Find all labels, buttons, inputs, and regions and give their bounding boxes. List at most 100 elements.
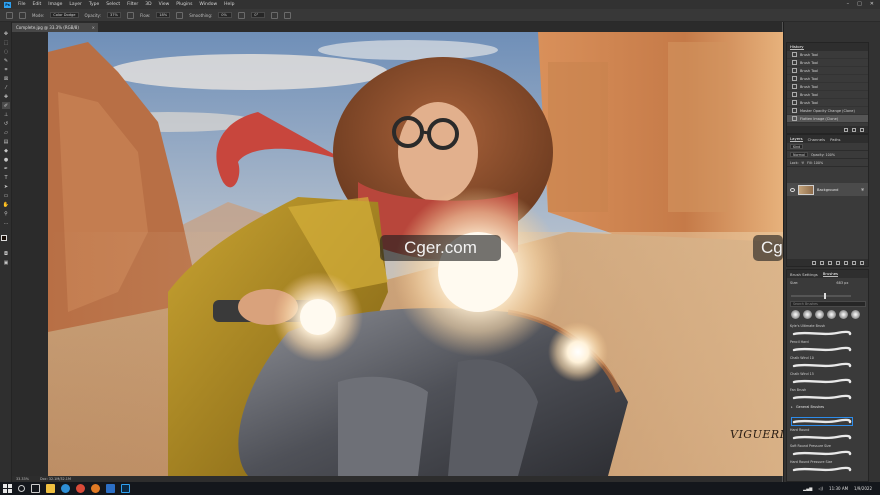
- dodge-tool-icon[interactable]: ●: [2, 156, 10, 163]
- menu-type[interactable]: Type: [89, 2, 99, 7]
- foreground-color-swatch[interactable]: [1, 235, 7, 241]
- new-layer-icon[interactable]: [852, 260, 856, 265]
- airbrush-icon[interactable]: [176, 11, 184, 19]
- minimize-icon[interactable]: –: [847, 1, 850, 7]
- size-slider[interactable]: [791, 295, 851, 297]
- link-icon[interactable]: [812, 260, 816, 265]
- menu-3d[interactable]: 3D: [145, 2, 151, 7]
- new-document-icon[interactable]: [844, 127, 848, 132]
- mask-icon[interactable]: [828, 260, 832, 265]
- gradient-tool-icon[interactable]: ▤: [2, 138, 10, 145]
- trash-icon[interactable]: [860, 127, 864, 132]
- eyedropper-tool-icon[interactable]: ⁄: [2, 84, 10, 91]
- tab-paths[interactable]: Paths: [830, 137, 840, 142]
- photoshop-taskbar-icon[interactable]: [121, 484, 130, 493]
- pen-tool-icon[interactable]: ✒: [2, 165, 10, 172]
- fx-icon[interactable]: [820, 260, 824, 265]
- menu-help[interactable]: Help: [224, 2, 234, 7]
- layer-name[interactable]: Background: [817, 188, 838, 192]
- history-item[interactable]: Brush Tool: [787, 75, 868, 83]
- brush-entry[interactable]: Chalk Wind 10: [790, 356, 866, 372]
- windows-start-icon[interactable]: [3, 484, 12, 493]
- size-value[interactable]: 683 px: [836, 281, 848, 285]
- size-slider-knob[interactable]: [824, 293, 826, 299]
- history-item-selected[interactable]: Flatten Image (Clone): [787, 115, 868, 123]
- quick-select-tool-icon[interactable]: ✎: [2, 57, 10, 64]
- angle-field[interactable]: 0°: [251, 12, 266, 18]
- task-view-icon[interactable]: [31, 484, 40, 493]
- color-swatches[interactable]: [1, 235, 11, 245]
- pressure-size-icon[interactable]: [271, 11, 279, 19]
- brush-entry[interactable]: Fan Brush: [790, 388, 866, 404]
- layer-row[interactable]: Background ⛨: [787, 183, 868, 196]
- more-tools-icon[interactable]: …: [2, 219, 10, 226]
- search-icon[interactable]: [18, 485, 25, 492]
- tab-brush-settings[interactable]: Brush Settings: [790, 272, 818, 277]
- brush-entry-selected[interactable]: [790, 412, 866, 428]
- frame-tool-icon[interactable]: ⊠: [2, 75, 10, 82]
- menu-window[interactable]: Window: [199, 2, 217, 7]
- lasso-tool-icon[interactable]: ◌: [2, 48, 10, 55]
- blur-tool-icon[interactable]: ◆: [2, 147, 10, 154]
- brush-group-folder[interactable]: General Brushes: [790, 404, 866, 410]
- maximize-icon[interactable]: □: [857, 1, 862, 7]
- layer-fill[interactable]: Fill: 100%: [807, 161, 823, 165]
- history-item[interactable]: Brush Tool: [787, 91, 868, 99]
- pressure-opacity-icon[interactable]: [126, 11, 134, 19]
- brush-tip-preset[interactable]: [803, 310, 812, 319]
- zoom-level[interactable]: 33.33%: [16, 477, 29, 481]
- explorer-icon[interactable]: [46, 484, 55, 493]
- tab-brushes[interactable]: Brushes: [822, 271, 839, 277]
- menu-select[interactable]: Select: [106, 2, 120, 7]
- brush-search-input[interactable]: Search Brushes: [790, 301, 866, 307]
- brush-tool-icon[interactable]: ✐: [2, 102, 10, 109]
- healing-brush-tool-icon[interactable]: ✚: [2, 93, 10, 100]
- history-item[interactable]: Brush Tool: [787, 67, 868, 75]
- quick-mask-icon[interactable]: ◘: [2, 250, 10, 257]
- folder-icon[interactable]: [844, 260, 848, 265]
- menu-image[interactable]: Image: [48, 2, 62, 7]
- history-item[interactable]: Master Opacity Change (Clone): [787, 107, 868, 115]
- brush-tool-preset-icon[interactable]: [6, 11, 13, 19]
- eraser-tool-icon[interactable]: ▱: [2, 129, 10, 136]
- hand-tool-icon[interactable]: ✋: [2, 201, 10, 208]
- history-item[interactable]: Brush Tool: [787, 99, 868, 107]
- menu-layer[interactable]: Layer: [69, 2, 82, 7]
- clock-date[interactable]: 1/9/2022: [854, 486, 872, 491]
- close-icon[interactable]: ✕: [870, 1, 874, 7]
- mail-icon[interactable]: [106, 484, 115, 493]
- brush-tip-preset[interactable]: [827, 310, 836, 319]
- chrome-icon[interactable]: [76, 484, 85, 493]
- smoothing-field[interactable]: 0%: [218, 12, 233, 18]
- clone-stamp-tool-icon[interactable]: ⊥: [2, 111, 10, 118]
- tab-layers[interactable]: Layers: [790, 136, 803, 142]
- brush-entry[interactable]: Chalk Wind 15: [790, 372, 866, 388]
- brush-tip-preset[interactable]: [815, 310, 824, 319]
- brush-entry[interactable]: Kyle's Ultimate Brush: [790, 324, 866, 340]
- menu-file[interactable]: File: [18, 2, 26, 7]
- document-canvas[interactable]: Cger.com Cger.com VIGUERIE: [48, 32, 783, 476]
- crop-tool-icon[interactable]: ⌗: [2, 66, 10, 73]
- menu-plugins[interactable]: Plugins: [176, 2, 192, 7]
- snapshot-icon[interactable]: [852, 127, 856, 132]
- trash-icon[interactable]: [860, 260, 864, 265]
- edge-icon[interactable]: [61, 484, 70, 493]
- screen-mode-icon[interactable]: ▣: [2, 259, 10, 266]
- menu-filter[interactable]: Filter: [127, 2, 138, 7]
- opacity-field[interactable]: 37%: [106, 12, 121, 18]
- document-tab[interactable]: Complete.jpg @ 33.3% (RGB/8) ×: [12, 23, 98, 32]
- history-item[interactable]: Brush Tool: [787, 83, 868, 91]
- close-tab-icon[interactable]: ×: [92, 23, 95, 32]
- shape-tool-icon[interactable]: ▭: [2, 192, 10, 199]
- adjustment-icon[interactable]: [836, 260, 840, 265]
- brush-tip-preset[interactable]: [839, 310, 848, 319]
- menu-view[interactable]: View: [159, 2, 170, 7]
- symmetry-icon[interactable]: [284, 11, 292, 19]
- photoshop-logo[interactable]: Ps: [4, 1, 11, 8]
- brush-tip-preset[interactable]: [851, 310, 860, 319]
- marquee-tool-icon[interactable]: ⬚: [2, 39, 10, 46]
- network-icon[interactable]: ▂▄▆: [803, 486, 812, 491]
- firefox-icon[interactable]: [91, 484, 100, 493]
- mode-select[interactable]: Color Dodge: [50, 12, 79, 18]
- layer-opacity[interactable]: Opacity: 100%: [811, 153, 835, 157]
